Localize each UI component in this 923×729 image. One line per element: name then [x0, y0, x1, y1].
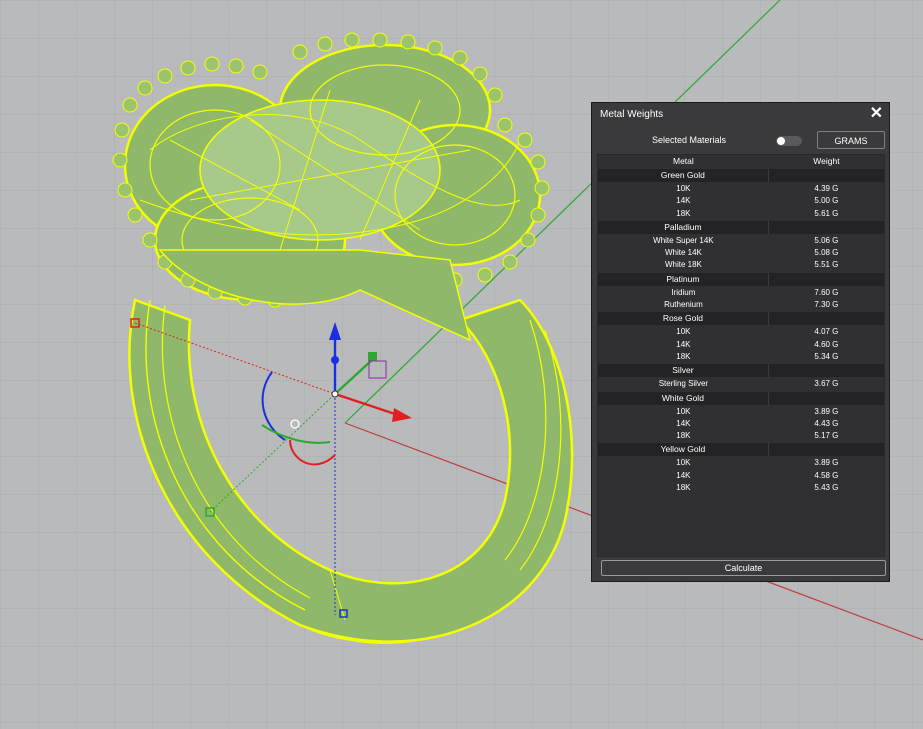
group-header: Green Gold [598, 169, 884, 182]
metal-cell: White 18K [664, 260, 702, 270]
group-header: Palladium [598, 220, 884, 234]
close-icon[interactable]: ✕ [870, 105, 883, 123]
weights-table: Metal Weight Green Gold 10K 4.39 G 14K 5.00 … [597, 154, 885, 557]
table-row[interactable]: 18K 5.17 G [598, 430, 884, 442]
group-name: Yellow Gold [598, 443, 769, 457]
group-weight-cell [769, 169, 884, 182]
table-row[interactable]: Ruthenium 7.30 G [598, 299, 884, 311]
weight-column-header: Weight [813, 156, 840, 166]
table-row[interactable]: 10K 4.07 G [598, 326, 884, 338]
weight-cell: 4.60 G [814, 339, 839, 349]
metal-column-header: Metal [673, 156, 694, 166]
table-row[interactable]: 10K 3.89 G [598, 406, 884, 418]
group-weight-cell [769, 364, 884, 377]
metal-cell: Iridium [671, 287, 696, 297]
metal-cell: 18K [676, 483, 691, 493]
group-name: Palladium [598, 220, 769, 234]
metal-cell: 18K [676, 208, 691, 218]
group-name: Platinum [598, 272, 769, 286]
weight-cell: 3.89 G [814, 458, 839, 468]
weight-cell: 5.17 G [814, 431, 839, 441]
table-row[interactable]: Sterling Silver 3.67 G [598, 378, 884, 390]
table-header: Metal Weight [598, 155, 884, 168]
group-name: Rose Gold [598, 312, 769, 326]
table-row[interactable]: 14K 4.60 G [598, 339, 884, 351]
table-row[interactable]: 18K 5.61 G [598, 208, 884, 220]
group-header: Rose Gold [598, 312, 884, 326]
weight-cell: 5.34 G [814, 351, 839, 361]
table-row[interactable]: White 14K 5.08 G [598, 247, 884, 259]
table-row[interactable]: 10K 3.89 G [598, 457, 884, 469]
weight-cell: 7.30 G [814, 300, 839, 310]
group-weight-cell [769, 392, 884, 405]
weight-cell: 3.89 G [814, 406, 839, 416]
weight-cell: 5.43 G [814, 483, 839, 493]
table-row[interactable]: 14K 4.43 G [598, 418, 884, 430]
calculate-button[interactable]: Calculate [601, 560, 886, 576]
weight-cell: 4.58 G [814, 470, 839, 480]
table-row[interactable]: White Super 14K 5.06 G [598, 235, 884, 247]
table-row[interactable]: White 18K 5.51 G [598, 259, 884, 271]
group-header: Platinum [598, 272, 884, 286]
units-button[interactable]: GRAMS [817, 131, 885, 149]
table-row[interactable]: 14K 4.58 G [598, 470, 884, 482]
metal-cell: Sterling Silver [658, 379, 709, 389]
weight-cell: 5.61 G [814, 208, 839, 218]
table-row[interactable]: 10K 4.39 G [598, 183, 884, 195]
metal-weights-panel: Metal Weights ✕ Selected Materials GRAMS… [591, 102, 890, 582]
table-body: Green Gold 10K 4.39 G 14K 5.00 G 18K 5.61 G Pal… [598, 169, 884, 494]
weight-cell: 7.60 G [814, 287, 839, 297]
weight-cell: 5.08 G [814, 248, 839, 258]
z-scale-handle[interactable] [331, 356, 339, 364]
toggle-knob [777, 137, 785, 145]
table-row[interactable]: Iridium 7.60 G [598, 287, 884, 299]
gizmo-origin[interactable] [331, 390, 339, 398]
metal-cell: 18K [676, 351, 691, 361]
group-header: Silver [598, 364, 884, 378]
weight-cell: 5.00 G [814, 196, 839, 206]
metal-cell: White Super 14K [653, 235, 714, 245]
metal-cell: 10K [676, 184, 691, 193]
y-move-handle[interactable] [368, 352, 377, 361]
weight-cell: 5.06 G [814, 235, 839, 245]
metal-cell: 10K [676, 458, 691, 468]
metal-cell: 14K [676, 418, 691, 428]
group-header: White Gold [598, 391, 884, 405]
weight-cell: 5.51 G [814, 260, 839, 270]
weight-cell: 4.39 G [814, 184, 839, 193]
metal-cell: 10K [676, 327, 691, 337]
weight-cell: 4.07 G [814, 327, 839, 337]
panel-title: Metal Weights [600, 109, 664, 120]
group-weight-cell [769, 273, 884, 286]
selected-materials-toggle[interactable] [776, 136, 802, 146]
selected-materials-label: Selected Materials [652, 135, 727, 145]
group-weight-cell [769, 221, 884, 234]
table-row[interactable]: 18K 5.43 G [598, 482, 884, 494]
group-header: Yellow Gold [598, 443, 884, 457]
weight-cell: 4.43 G [814, 418, 839, 428]
group-name: Silver [598, 364, 769, 378]
metal-cell: 14K [676, 470, 691, 480]
group-weight-cell [769, 312, 884, 325]
metal-cell: White 14K [664, 248, 702, 258]
metal-cell: 10K [676, 406, 691, 416]
group-name: Green Gold [598, 169, 769, 182]
metal-cell: 14K [676, 196, 691, 206]
weight-cell: 3.67 G [814, 379, 839, 389]
metal-cell: Ruthenium [664, 300, 703, 310]
group-name: White Gold [598, 391, 769, 405]
metal-cell: 14K [676, 339, 691, 349]
group-weight-cell [769, 443, 884, 456]
table-row[interactable]: 14K 5.00 G [598, 195, 884, 207]
table-row[interactable]: 18K 5.34 G [598, 351, 884, 363]
metal-cell: 18K [676, 431, 691, 441]
